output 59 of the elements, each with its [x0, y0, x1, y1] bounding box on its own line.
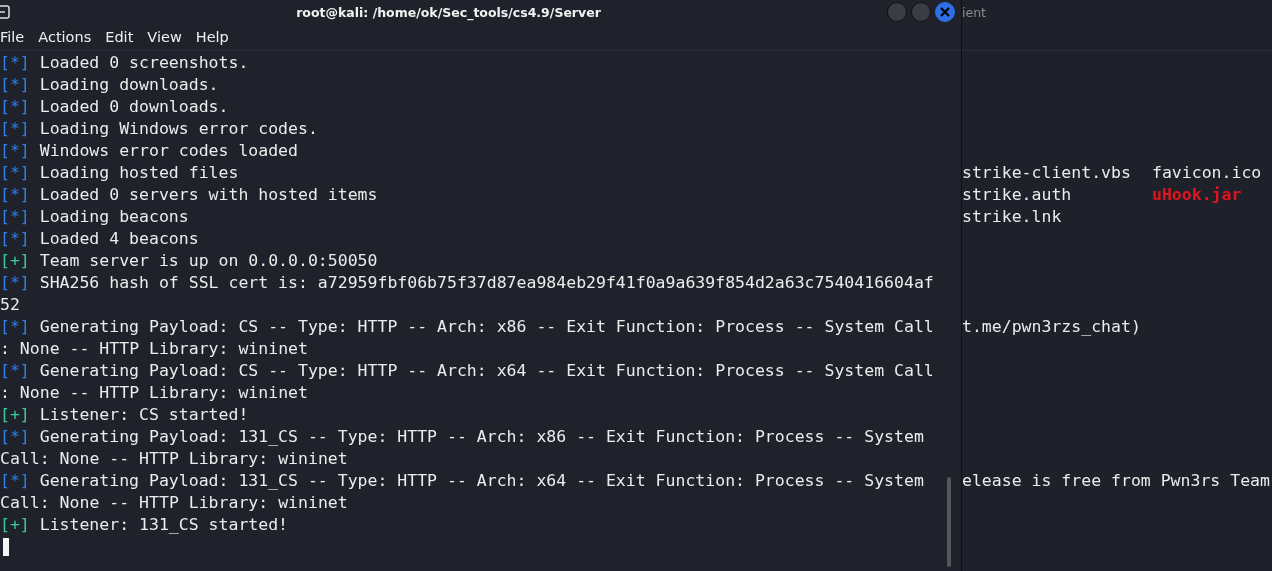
close-button[interactable] [935, 2, 955, 22]
log-line: Listener: CS started! [39, 404, 249, 426]
file-name: favicon.ico [1152, 162, 1263, 184]
log-line: Loading Windows error codes. [39, 118, 318, 140]
close-icon [940, 7, 950, 17]
menu-item[interactable]: Help [195, 29, 229, 45]
menu-item[interactable]: Edit [105, 29, 134, 45]
log-line: Loaded 0 servers with hosted items [39, 184, 378, 206]
log-line: Generating Payload: 131_CS -- Type: HTTP -- Arch: x86 -- Exit Function: Process -- System [39, 426, 924, 448]
log-line: 52 [0, 294, 20, 316]
scrollbar-thumb[interactable] [947, 477, 951, 567]
terminal-icon [0, 5, 10, 19]
log-line: Generating Payload: 131_CS -- Type: HTTP -- Arch: x64 -- Exit Function: Process -- System [39, 470, 924, 492]
status-marker: [*] [0, 140, 30, 162]
status-marker: [*] [0, 228, 30, 250]
log-line: Loaded 4 beacons [39, 228, 199, 250]
menu-item[interactable]: View [147, 29, 182, 45]
log-line: Loaded 0 screenshots. [39, 52, 249, 74]
log-line: Generating Payload: CS -- Type: HTTP -- Arch: x64 -- Exit Function: Process -- System Call [39, 360, 934, 382]
status-marker: [*] [0, 272, 30, 294]
window-title: root@kali: /home/ok/Sec_tools/cs4.9/Server [296, 4, 601, 20]
status-marker: [*] [0, 118, 30, 140]
log-line: SHA256 hash of SSL cert is: a72959fbf06b75f37d87ea984eb29f41f0a9a639f854d2a63c7540416604af [39, 272, 934, 294]
log-line: Generating Payload: CS -- Type: HTTP -- Arch: x86 -- Exit Function: Process -- System Call [39, 316, 934, 338]
log-line: Call: None -- HTTP Library: wininet [0, 492, 348, 514]
log-line: t.me/pwn3rzs_chat) [962, 317, 1141, 336]
log-line: : None -- HTTP Library: wininet [0, 382, 308, 404]
window-title: ient [962, 4, 986, 20]
log-line: Team server is up on 0.0.0.0:50050 [39, 250, 378, 272]
status-marker: [+] [0, 514, 30, 536]
log-line: Listener: 131_CS started! [39, 514, 289, 536]
minimize-button[interactable] [887, 2, 907, 22]
status-marker: [*] [0, 96, 30, 118]
status-marker: [*] [0, 360, 30, 382]
status-marker: [*] [0, 162, 30, 184]
menu-item[interactable]: Actions [38, 29, 92, 45]
text-cursor [3, 538, 9, 556]
status-marker: [*] [0, 206, 30, 228]
status-marker: [*] [0, 426, 30, 448]
log-line: Windows error codes loaded [39, 140, 298, 162]
status-marker: [+] [0, 404, 30, 426]
status-marker: [*] [0, 52, 30, 74]
status-marker: [*] [0, 470, 30, 492]
log-line: : None -- HTTP Library: wininet [0, 338, 308, 360]
log-line: Loading downloads. [39, 74, 219, 96]
file-name: uHook.jar [1152, 184, 1243, 206]
log-line: Loading beacons [39, 206, 189, 228]
status-marker: [+] [0, 250, 30, 272]
log-line: Loading hosted files [39, 162, 239, 184]
status-marker: [*] [0, 74, 30, 96]
status-marker: [*] [0, 184, 30, 206]
menu-item[interactable]: File [0, 29, 25, 45]
status-marker: [*] [0, 316, 30, 338]
file-name: strike-client.vbs [962, 162, 1132, 184]
log-line: Loaded 0 downloads. [39, 96, 229, 118]
file-name: strike.auth [962, 184, 1073, 206]
file-name: strike.lnk [962, 206, 1063, 228]
log-line: Call: None -- HTTP Library: wininet [0, 448, 348, 470]
log-line: elease is free from Pwn3rs Team [962, 471, 1270, 490]
